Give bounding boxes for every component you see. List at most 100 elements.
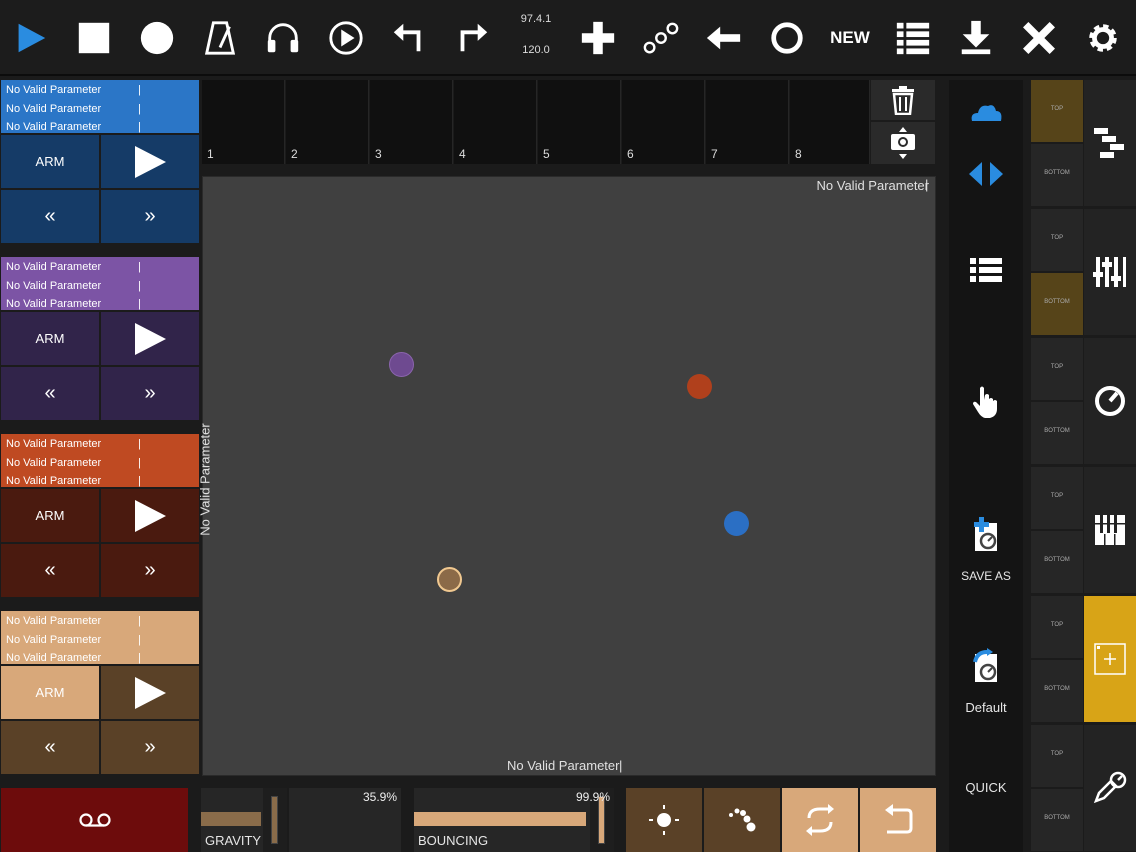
edit-view-button[interactable] bbox=[1084, 725, 1136, 851]
keyboard-view-button[interactable] bbox=[1084, 467, 1136, 593]
track-4-ball[interactable] bbox=[437, 567, 462, 592]
param-row[interactable]: No Valid Parameter | bbox=[1, 100, 199, 119]
delete-button[interactable] bbox=[871, 80, 935, 120]
close-button[interactable] bbox=[1009, 8, 1069, 68]
gravity-handle[interactable] bbox=[271, 796, 278, 844]
pane-top-slot[interactable]: TOP bbox=[1031, 725, 1083, 787]
arm-button[interactable]: ARM bbox=[1, 135, 99, 188]
swap-button[interactable] bbox=[949, 154, 1023, 194]
arrange-view-button[interactable] bbox=[1084, 80, 1136, 206]
param-row[interactable]: No Valid Parameter | bbox=[1, 277, 199, 296]
param-row[interactable]: No Valid Parameter | bbox=[1, 631, 199, 650]
metronome-button[interactable] bbox=[190, 8, 250, 68]
pane-bottom-slot[interactable]: BOTTOM bbox=[1031, 789, 1083, 851]
track-play-button[interactable] bbox=[101, 489, 199, 542]
quick-button[interactable]: QUICK bbox=[949, 770, 1023, 800]
step-cell[interactable]: 8 bbox=[790, 80, 870, 164]
track-play-button[interactable] bbox=[101, 312, 199, 365]
snapshot-button[interactable] bbox=[871, 122, 935, 164]
param-row[interactable]: No Valid Parameter | bbox=[1, 454, 199, 473]
pane-top-slot[interactable]: TOP bbox=[1031, 596, 1083, 658]
pane-top-slot[interactable]: TOP bbox=[1031, 80, 1083, 142]
rewind-button[interactable]: « bbox=[1, 721, 99, 774]
pane-top-slot[interactable]: TOP bbox=[1031, 338, 1083, 400]
rewind-button[interactable]: « bbox=[1, 190, 99, 243]
save-as-button[interactable]: SAVE AS bbox=[949, 505, 1023, 595]
track-params[interactable]: No Valid Parameter | No Valid Parameter | … bbox=[1, 257, 199, 310]
pane-top-slot[interactable]: TOP bbox=[1031, 467, 1083, 529]
gravity-slider[interactable]: GRAVITY bbox=[201, 788, 287, 852]
new-button[interactable]: NEW bbox=[820, 8, 880, 68]
param-row[interactable]: No Valid Parameter | bbox=[1, 612, 199, 631]
step-cell[interactable]: 4 bbox=[454, 80, 537, 164]
tape-record-button[interactable] bbox=[1, 788, 188, 852]
pane-top-slot[interactable]: TOP bbox=[1031, 209, 1083, 271]
arm-button[interactable]: ARM bbox=[1, 312, 99, 365]
pane-bottom-slot[interactable]: BOTTOM bbox=[1031, 402, 1083, 464]
step-cell[interactable]: 3 bbox=[370, 80, 453, 164]
rewind-button[interactable]: « bbox=[1, 544, 99, 597]
step-cell[interactable]: 5 bbox=[538, 80, 621, 164]
track-2-ball[interactable] bbox=[389, 352, 414, 377]
redo-button[interactable] bbox=[442, 8, 502, 68]
bouncing-slider[interactable]: 99.9% BOUNCING bbox=[414, 788, 614, 852]
device-view-button[interactable] bbox=[1084, 338, 1136, 464]
loop-button[interactable] bbox=[757, 8, 817, 68]
param-row[interactable]: No Valid Parameter | bbox=[1, 258, 199, 277]
tempo-display[interactable]: 97.4.1 120.0 bbox=[508, 8, 564, 70]
trail-button[interactable] bbox=[704, 788, 780, 852]
step-cell[interactable]: 6 bbox=[622, 80, 705, 164]
pane-bottom-slot[interactable]: BOTTOM bbox=[1031, 531, 1083, 593]
light-button[interactable] bbox=[626, 788, 702, 852]
undo-button[interactable] bbox=[379, 8, 439, 68]
pane-bottom-slot[interactable]: BOTTOM bbox=[1031, 273, 1083, 335]
touch-mode-button[interactable] bbox=[949, 380, 1023, 424]
forward-button[interactable]: » bbox=[101, 367, 199, 420]
menu-list-button[interactable] bbox=[949, 250, 1023, 290]
headphones-button[interactable] bbox=[253, 8, 313, 68]
arm-button[interactable]: ARM bbox=[1, 489, 99, 542]
link-button[interactable] bbox=[631, 8, 691, 68]
step-cell[interactable]: 7 bbox=[706, 80, 789, 164]
list-button[interactable] bbox=[883, 8, 943, 68]
track-params[interactable]: No Valid Parameter | No Valid Parameter | … bbox=[1, 434, 199, 487]
add-button[interactable] bbox=[568, 8, 628, 68]
step-cell[interactable]: 2 bbox=[286, 80, 369, 164]
arm-label: ARM bbox=[35, 331, 65, 346]
settings-button[interactable] bbox=[1073, 8, 1133, 68]
track-params[interactable]: No Valid Parameter | No Valid Parameter | … bbox=[1, 80, 199, 133]
param-row[interactable]: No Valid Parameter | bbox=[1, 649, 199, 668]
play-button[interactable] bbox=[0, 8, 60, 68]
default-preset-button[interactable]: Default bbox=[949, 636, 1023, 726]
track-play-button[interactable] bbox=[101, 135, 199, 188]
return-button[interactable] bbox=[860, 788, 936, 852]
add-view-button[interactable] bbox=[1084, 596, 1136, 722]
cloud-button[interactable] bbox=[949, 92, 1023, 132]
param-row[interactable]: No Valid Parameter | bbox=[1, 472, 199, 491]
play-clip-button[interactable] bbox=[316, 8, 376, 68]
param-row[interactable]: No Valid Parameter | bbox=[1, 118, 199, 137]
stop-button[interactable] bbox=[64, 8, 124, 68]
forward-button[interactable]: » bbox=[101, 721, 199, 774]
back-button[interactable] bbox=[694, 8, 754, 68]
forward-button[interactable]: » bbox=[101, 544, 199, 597]
param-row[interactable]: No Valid Parameter | bbox=[1, 435, 199, 454]
track-params[interactable]: No Valid Parameter | No Valid Parameter | … bbox=[1, 611, 199, 664]
track-play-button[interactable] bbox=[101, 666, 199, 719]
cycle-button[interactable] bbox=[782, 788, 858, 852]
param-row[interactable]: No Valid Parameter | bbox=[1, 295, 199, 314]
arm-button[interactable]: ARM bbox=[1, 666, 99, 719]
mixer-view-button[interactable] bbox=[1084, 209, 1136, 335]
forward-button[interactable]: » bbox=[101, 190, 199, 243]
param-row[interactable]: No Valid Parameter | bbox=[1, 81, 199, 100]
download-button[interactable] bbox=[946, 8, 1006, 68]
step-cell[interactable]: 1 bbox=[202, 80, 285, 164]
record-button[interactable] bbox=[127, 8, 187, 68]
track-1-ball[interactable] bbox=[724, 511, 749, 536]
xy-pad[interactable]: No Valid Parameter No Valid Parameter No… bbox=[198, 176, 936, 776]
rewind-button[interactable]: « bbox=[1, 367, 99, 420]
param-cursor: | bbox=[138, 475, 141, 487]
pane-bottom-slot[interactable]: BOTTOM bbox=[1031, 660, 1083, 722]
pane-bottom-slot[interactable]: BOTTOM bbox=[1031, 144, 1083, 206]
track-3-ball[interactable] bbox=[687, 374, 712, 399]
